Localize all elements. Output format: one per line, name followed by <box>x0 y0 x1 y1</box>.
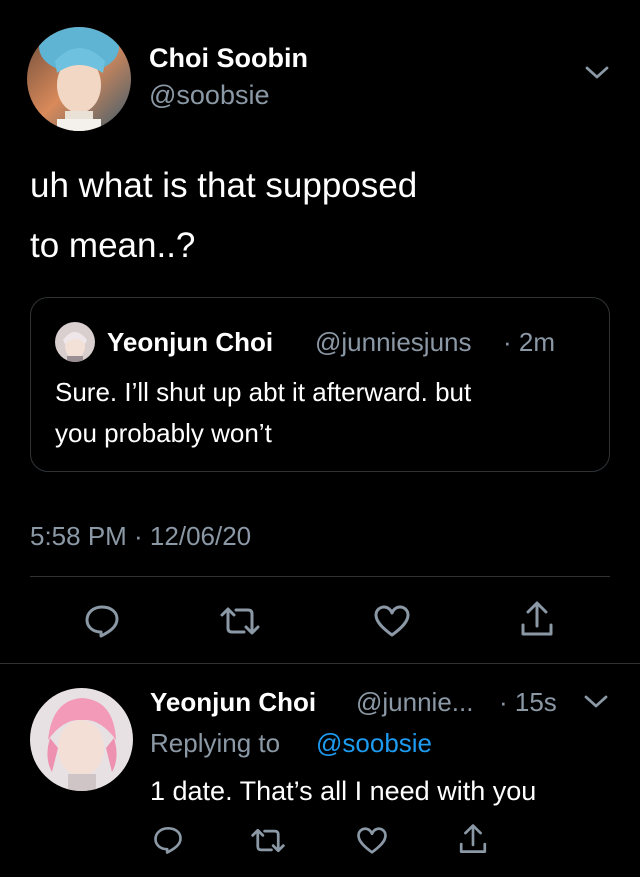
quoted-author-name: Yeonjun Choi <box>107 327 274 357</box>
quoted-author-handle: @junniesjuns <box>315 327 472 357</box>
quoted-text-line-2: you probably won’t <box>55 418 272 448</box>
heart-icon[interactable] <box>373 604 411 638</box>
quoted-avatar <box>55 322 95 362</box>
author-handle[interactable]: @soobsie <box>149 79 269 111</box>
author-name[interactable]: Choi Soobin <box>149 42 308 74</box>
replying-to-label: Replying to <box>150 728 281 758</box>
retweet-icon[interactable] <box>249 826 287 855</box>
chevron-down-icon[interactable] <box>584 64 610 82</box>
divider <box>0 663 640 664</box>
avatar[interactable] <box>27 27 131 131</box>
reply-time: · 15s <box>499 687 557 717</box>
reply-author-handle[interactable]: @junnie... <box>356 687 473 717</box>
tweet-text-line-1: uh what is that supposed <box>30 166 418 205</box>
reply-avatar[interactable] <box>30 688 133 791</box>
heart-icon[interactable] <box>356 826 388 855</box>
share-icon[interactable] <box>518 599 556 639</box>
tweet-text-line-2: to mean..? <box>30 226 196 265</box>
quoted-text-line-1: Sure. I’ll shut up abt it afterward. but <box>55 377 472 407</box>
chevron-down-icon[interactable] <box>583 693 609 711</box>
share-icon[interactable] <box>457 822 489 856</box>
quoted-time: · 2m <box>503 327 555 357</box>
reply-icon[interactable] <box>83 603 121 639</box>
divider <box>30 576 610 577</box>
reply-author-name[interactable]: Yeonjun Choi <box>150 687 316 717</box>
reply-text: 1 date. That’s all I need with you <box>150 776 537 806</box>
replying-to-handle[interactable]: @soobsie <box>316 728 432 758</box>
tweet-timestamp[interactable]: 5:58 PM · 12/06/20 <box>30 521 251 551</box>
retweet-icon[interactable] <box>218 604 262 638</box>
reply-icon[interactable] <box>152 825 184 855</box>
